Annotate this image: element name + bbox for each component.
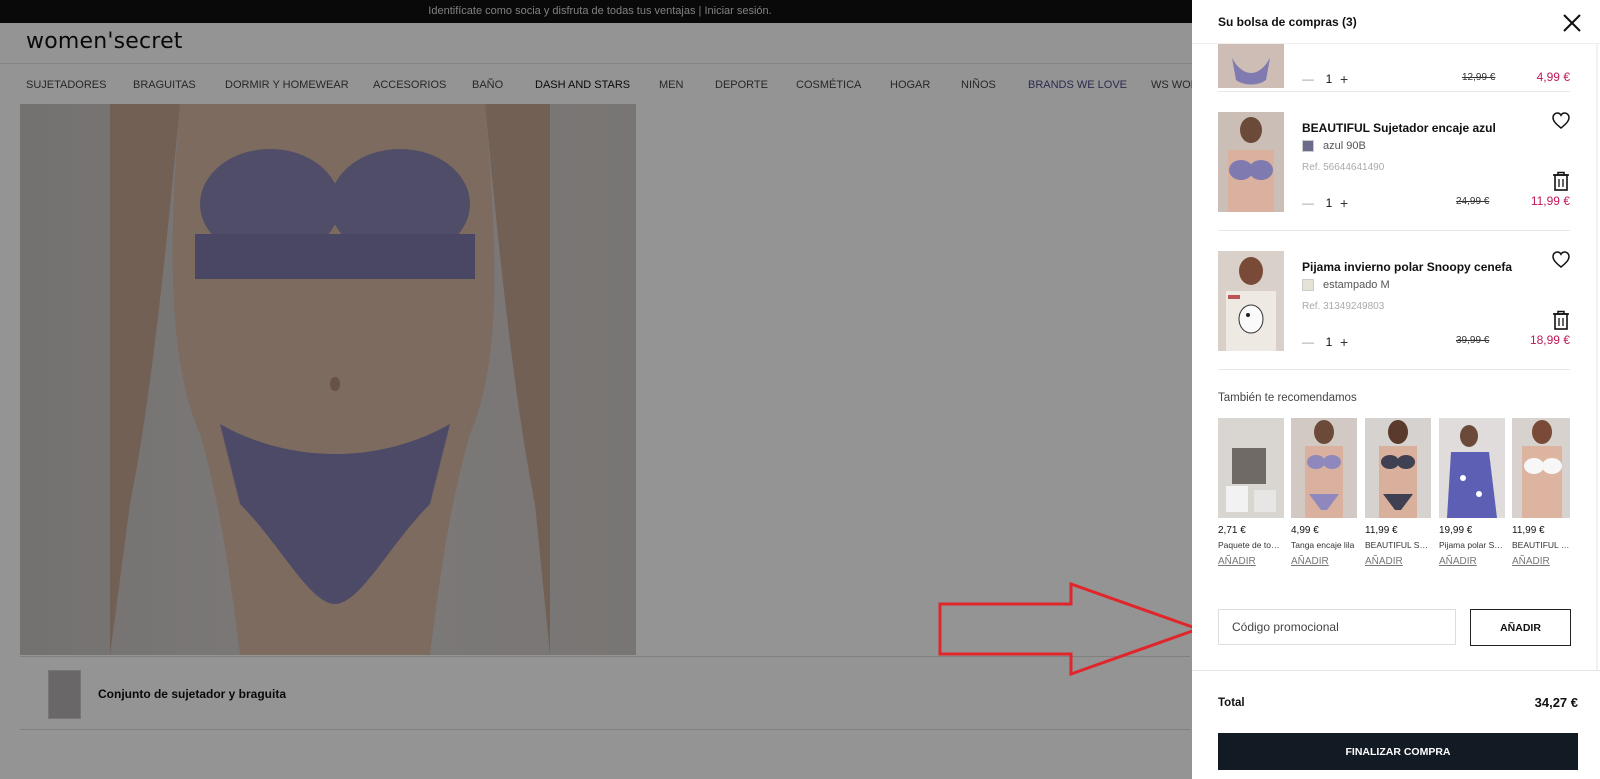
quantity-value: 1: [1325, 72, 1333, 86]
close-icon[interactable]: [1562, 13, 1582, 33]
decrease-qty-button[interactable]: —: [1302, 335, 1314, 349]
sale-price: 4,99 €: [1536, 70, 1570, 84]
cart-scroll-area[interactable]: — 1 + 12,99 € 4,99 € BEAUTIFUL Sujetador…: [1192, 44, 1600, 670]
reco-price: 19,99 €: [1439, 525, 1473, 536]
quantity-value: 1: [1325, 196, 1333, 210]
divider: [1192, 670, 1600, 671]
cart-title: Su bolsa de compras (3): [1218, 15, 1357, 29]
cart-item: Pijama invierno polar Snoopy cenefa esta…: [1218, 251, 1570, 351]
original-price: 24,99 €: [1456, 196, 1490, 207]
reco-image[interactable]: [1512, 418, 1570, 518]
red-arrow-icon: [938, 582, 1200, 676]
cart-item-ref: Ref. 31349249803: [1302, 301, 1385, 312]
total-value: 34,27 €: [1534, 695, 1578, 710]
sale-price: 18,99 €: [1529, 333, 1570, 347]
reco-name[interactable]: Paquete de toall...: [1218, 540, 1284, 550]
cart-header: Su bolsa de compras (3): [1192, 0, 1600, 44]
cart-item-image[interactable]: [1218, 112, 1284, 212]
cart-drawer: Su bolsa de compras (3) — 1 + 12,99 € 4,…: [1192, 0, 1600, 779]
reco-image[interactable]: [1439, 418, 1505, 518]
cart-item-variant: azul 90B: [1323, 140, 1366, 152]
recommendations-title: También te recomendamos: [1218, 392, 1357, 404]
decrease-qty-button[interactable]: —: [1302, 196, 1314, 210]
trash-icon[interactable]: [1552, 310, 1570, 330]
heart-icon[interactable]: [1552, 251, 1570, 269]
cart-item: BEAUTIFUL Sujetador encaje azul azul 90B…: [1218, 112, 1570, 212]
reco-name[interactable]: Pijama polar Sn...: [1439, 540, 1505, 550]
cart-item: — 1 + 12,99 € 4,99 €: [1218, 44, 1570, 88]
color-swatch: [1302, 279, 1314, 291]
scrollbar[interactable]: [1596, 44, 1598, 670]
divider: [1218, 230, 1570, 231]
cart-item-name[interactable]: Pijama invierno polar Snoopy cenefa: [1302, 260, 1512, 274]
apply-promo-button[interactable]: AÑADIR: [1470, 609, 1571, 646]
reco-image[interactable]: [1218, 418, 1284, 518]
color-swatch: [1302, 140, 1314, 152]
increase-qty-button[interactable]: +: [1340, 334, 1352, 350]
divider: [1218, 91, 1570, 92]
reco-price: 11,99 €: [1512, 525, 1545, 536]
cart-item-name[interactable]: BEAUTIFUL Sujetador encaje azul: [1302, 121, 1496, 135]
cart-item-ref: Ref. 56644641490: [1302, 162, 1385, 173]
promo-code-input[interactable]: [1218, 609, 1456, 645]
reco-add-button[interactable]: AÑADIR: [1512, 556, 1550, 567]
reco-image[interactable]: [1291, 418, 1357, 518]
trash-icon[interactable]: [1552, 171, 1570, 191]
reco-price: 2,71 €: [1218, 525, 1246, 536]
decrease-qty-button[interactable]: —: [1302, 72, 1314, 86]
reco-add-button[interactable]: AÑADIR: [1365, 556, 1403, 567]
original-price: 12,99 €: [1462, 72, 1496, 83]
divider: [1218, 369, 1570, 370]
reco-price: 4,99 €: [1291, 525, 1319, 536]
reco-name[interactable]: BEAUTIFUL Suj: [1512, 540, 1570, 550]
reco-add-button[interactable]: AÑADIR: [1291, 556, 1329, 567]
reco-add-button[interactable]: AÑADIR: [1218, 556, 1256, 567]
total-label: Total: [1218, 697, 1245, 709]
reco-add-button[interactable]: AÑADIR: [1439, 556, 1477, 567]
increase-qty-button[interactable]: +: [1340, 71, 1352, 87]
cart-item-variant: estampado M: [1323, 279, 1390, 291]
reco-price: 11,99 €: [1365, 525, 1398, 536]
cart-item-image[interactable]: [1218, 44, 1284, 88]
heart-icon[interactable]: [1552, 112, 1570, 130]
reco-image[interactable]: [1365, 418, 1431, 518]
reco-name[interactable]: BEAUTIFUL Suje...: [1365, 540, 1431, 550]
cart-item-image[interactable]: [1218, 251, 1284, 351]
sale-price: 11,99 €: [1530, 194, 1570, 208]
increase-qty-button[interactable]: +: [1340, 195, 1352, 211]
quantity-value: 1: [1325, 335, 1333, 349]
original-price: 39,99 €: [1456, 335, 1490, 346]
checkout-button[interactable]: FINALIZAR COMPRA: [1218, 733, 1578, 770]
reco-name[interactable]: Tanga encaje lila: [1291, 540, 1357, 550]
